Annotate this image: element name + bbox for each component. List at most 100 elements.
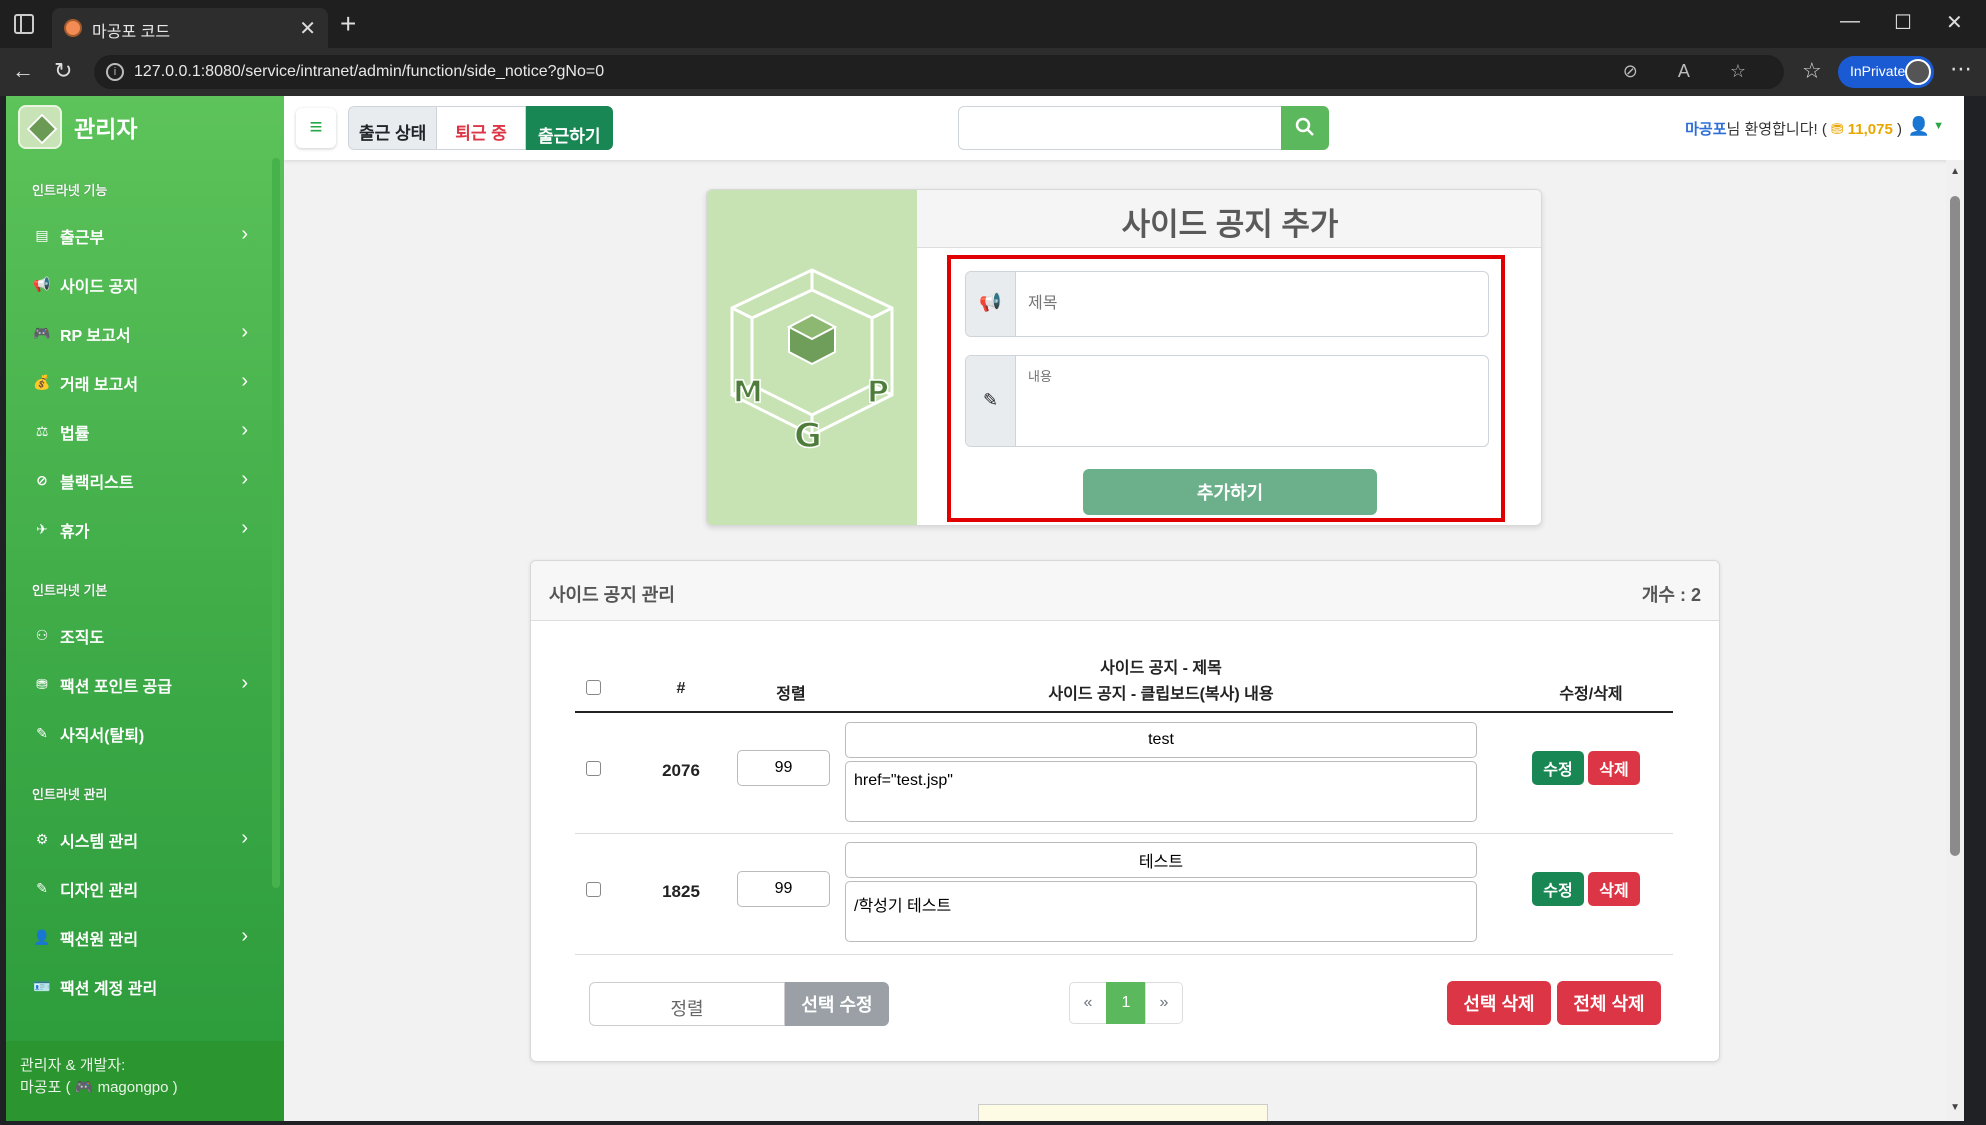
refresh-icon[interactable]: ↻ xyxy=(54,58,72,84)
sidebar-item-label: RP 보고서 xyxy=(60,327,131,345)
pen-icon: ✎ xyxy=(36,725,48,741)
sidebar-item-label: 휴가 xyxy=(60,523,90,541)
address-bar: ← ↻ i 127.0.0.1:8080/service/intranet/ad… xyxy=(0,48,1986,96)
user-points: 11,075 xyxy=(1847,121,1893,138)
sidebar-item[interactable]: 💰 거래 보고서 › xyxy=(6,358,284,407)
chevron-right-icon: › xyxy=(241,827,248,849)
row-checkbox[interactable] xyxy=(586,761,601,776)
sidebar: 관리자 인트라넷 기능 ▤ 출근부 › 📢 사이드 공지 🎮 RP 보고서 › 💰 거래 보고서 › ⚖… xyxy=(6,96,284,1121)
chevron-right-icon: › xyxy=(241,468,248,490)
scroll-up-icon[interactable]: ▲ xyxy=(1950,166,1960,177)
sort-field[interactable]: 정렬 xyxy=(589,982,785,1026)
row-divider xyxy=(575,954,1673,955)
sidebar-item[interactable]: ⊘ 블랙리스트 › xyxy=(6,456,284,505)
sidebar-item-label: 디자인 관리 xyxy=(60,882,139,900)
attendance-group: 출근 상태 퇴근 중 출근하기 xyxy=(348,106,613,150)
menu-toggle-icon[interactable]: ≡ xyxy=(296,108,336,148)
megaphone-icon: 📢 xyxy=(33,276,51,292)
attendance-status-label: 출근 상태 xyxy=(348,106,437,150)
search-input[interactable] xyxy=(958,106,1282,150)
notice-title-input[interactable] xyxy=(1028,272,1480,336)
notice-content-input[interactable] xyxy=(1028,356,1480,446)
add-notice-button[interactable]: 추가하기 xyxy=(1083,469,1377,515)
more-menu-icon[interactable]: ⋯ xyxy=(1950,56,1972,82)
user-greeting: 마공포님 환영합니다! ( ⛃ 11,075 ) xyxy=(1685,118,1902,139)
sidebar-item[interactable]: 🪪 팩션 계정 관리 xyxy=(6,962,284,1011)
sidebar-item-label: 출근부 xyxy=(60,229,105,247)
delete-button[interactable]: 삭제 xyxy=(1588,872,1640,906)
sidebar-item[interactable]: ⚇ 조직도 xyxy=(6,611,284,660)
site-info-icon[interactable]: i xyxy=(106,63,124,81)
sidebar-item[interactable]: ✎ 사직서(탈퇴) xyxy=(6,709,284,758)
user-icon[interactable]: 👤 xyxy=(1908,116,1930,137)
header-divider xyxy=(575,711,1673,713)
row-title-input[interactable] xyxy=(845,722,1477,758)
sidebar-item[interactable]: 📢 사이드 공지 xyxy=(6,260,284,309)
search-button[interactable] xyxy=(1281,106,1329,150)
notice-count: 개수 : 2 xyxy=(1641,585,1701,605)
row-checkbox[interactable] xyxy=(586,882,601,897)
sidebar-item[interactable]: ✎ 디자인 관리 xyxy=(6,864,284,913)
sidebar-item[interactable]: ▤ 출근부 › xyxy=(6,211,284,260)
minimize-icon[interactable]: — xyxy=(1840,10,1860,33)
tab-actions-icon[interactable] xyxy=(14,14,34,34)
chevron-right-icon: › xyxy=(241,321,248,343)
close-tab-icon[interactable]: ✕ xyxy=(299,16,316,41)
add-notice-card: M G P 사이드 공지 추가 📢 ✎ 추가하기 xyxy=(706,189,1542,526)
delete-all-button[interactable]: 전체 삭제 xyxy=(1557,981,1661,1025)
ban-icon: ⊘ xyxy=(36,472,48,488)
new-tab-icon[interactable]: + xyxy=(340,8,356,40)
favorites-icon[interactable]: ☆ xyxy=(1802,58,1822,84)
maximize-icon[interactable]: ☐ xyxy=(1894,10,1912,35)
page-scrollbar-thumb[interactable] xyxy=(1950,196,1960,856)
row-sort-input[interactable] xyxy=(737,750,830,786)
pagination-page[interactable]: 1 xyxy=(1106,982,1146,1024)
search-icon xyxy=(1295,117,1314,136)
pagination-prev[interactable]: « xyxy=(1069,982,1107,1024)
svg-text:P: P xyxy=(867,375,889,410)
clock-in-button[interactable]: 출근하기 xyxy=(525,106,613,150)
chevron-right-icon: › xyxy=(241,517,248,539)
inprivate-badge[interactable]: InPrivate xyxy=(1838,56,1934,88)
sidebar-item[interactable]: ✈ 휴가 › xyxy=(6,505,284,554)
back-icon[interactable]: ← xyxy=(12,58,34,84)
edit-button[interactable]: 수정 xyxy=(1532,751,1584,785)
sidebar-item[interactable]: ⚖ 법률 › xyxy=(6,407,284,456)
browser-tab[interactable]: 마공포 코드 ✕ xyxy=(52,8,328,48)
chevron-down-icon[interactable]: ▼ xyxy=(1933,120,1944,132)
delete-button[interactable]: 삭제 xyxy=(1588,751,1640,785)
sidebar-item[interactable]: 👤 팩션원 관리 › xyxy=(6,913,284,962)
row-sort-input[interactable] xyxy=(737,871,830,907)
logo-icon xyxy=(18,105,62,149)
row-title-input[interactable] xyxy=(845,842,1477,878)
plane-icon: ✈ xyxy=(36,521,48,537)
scroll-down-icon[interactable]: ▼ xyxy=(1950,1102,1960,1113)
sidebar-footer: 관리자 & 개발자: 마공포 ( 🎮 magongpo ) xyxy=(6,1041,284,1121)
select-all-checkbox[interactable] xyxy=(586,680,601,695)
url-field[interactable]: i 127.0.0.1:8080/service/intranet/admin/… xyxy=(94,55,1784,89)
top-navbar: ≡ 출근 상태 퇴근 중 출근하기 마공포님 환영합니다! ( ⛃ 11,075… xyxy=(284,96,1964,160)
book-icon: ▤ xyxy=(35,227,49,243)
close-window-icon[interactable]: ✕ xyxy=(1946,10,1963,35)
gear-icon: ⚙ xyxy=(35,831,49,847)
sidebar-item[interactable]: ⚙ 시스템 관리 › xyxy=(6,815,284,864)
chevron-right-icon: › xyxy=(241,370,248,392)
edit-button[interactable]: 수정 xyxy=(1532,872,1584,906)
row-id: 2076 xyxy=(662,761,700,780)
favicon-icon xyxy=(64,19,82,37)
row-content-input[interactable]: /학성기 테스트 xyxy=(845,881,1477,942)
coins-icon: ⛃ xyxy=(36,676,48,692)
address-bar-icons[interactable]: ⊘ A ☆ xyxy=(1623,61,1764,82)
content-input-group: ✎ xyxy=(965,355,1489,447)
pagination-next[interactable]: » xyxy=(1145,982,1183,1024)
row-content-input[interactable]: href="test.jsp" xyxy=(845,761,1477,822)
sidebar-brand[interactable]: 관리자 xyxy=(6,96,284,158)
user-gear-icon: 👤 xyxy=(33,929,51,945)
select-delete-button[interactable]: 선택 삭제 xyxy=(1447,981,1551,1025)
sidebar-item[interactable]: ⛃ 팩션 포인트 공급 › xyxy=(6,660,284,709)
footer-credit-label: 관리자 & 개발자: xyxy=(20,1057,126,1074)
url-text[interactable]: 127.0.0.1:8080/service/intranet/admin/fu… xyxy=(134,63,604,81)
sidebar-item[interactable]: 🎮 RP 보고서 › xyxy=(6,309,284,358)
select-edit-button[interactable]: 선택 수정 xyxy=(785,982,889,1026)
sidebar-item-label: 팩션 계정 관리 xyxy=(60,980,158,998)
